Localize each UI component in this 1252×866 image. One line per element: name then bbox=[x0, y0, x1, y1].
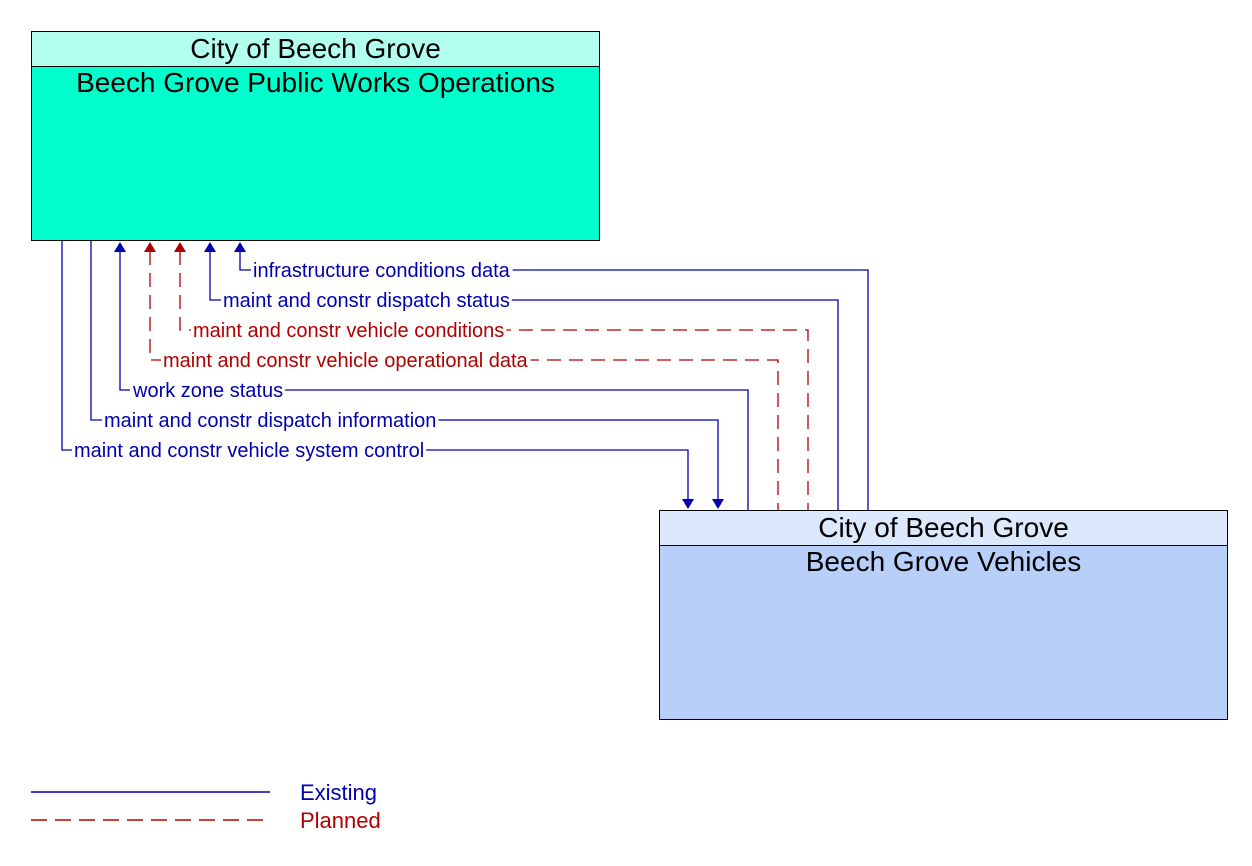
flow-label: maint and constr dispatch information bbox=[104, 410, 436, 432]
arrow-up-icon bbox=[114, 242, 126, 252]
flow-1[interactable]: maint and constr dispatch status bbox=[204, 242, 839, 510]
flow-4[interactable]: work zone status bbox=[114, 242, 749, 510]
flow-2[interactable]: maint and constr vehicle conditions bbox=[174, 242, 809, 510]
flow-label: work zone status bbox=[132, 380, 283, 402]
arrow-up-icon bbox=[204, 242, 216, 252]
flow-label: maint and constr vehicle conditions bbox=[193, 320, 504, 342]
flow-label: maint and constr dispatch status bbox=[223, 290, 510, 312]
flow-label: maint and constr vehicle operational dat… bbox=[163, 350, 529, 372]
arrow-down-icon bbox=[682, 499, 694, 509]
flow-0[interactable]: infrastructure conditions data bbox=[234, 242, 869, 510]
legend: Existing Planned bbox=[31, 780, 381, 833]
arrow-up-icon bbox=[234, 242, 246, 252]
arrow-up-icon bbox=[144, 242, 156, 252]
legend-existing-label: Existing bbox=[300, 780, 377, 805]
flow-3[interactable]: maint and constr vehicle operational dat… bbox=[144, 242, 779, 510]
arrow-down-icon bbox=[712, 499, 724, 509]
legend-planned-label: Planned bbox=[300, 808, 381, 833]
flow-label: infrastructure conditions data bbox=[253, 260, 511, 282]
arrow-up-icon bbox=[174, 242, 186, 252]
flow-diagram: infrastructure conditions data maint and … bbox=[31, 241, 869, 833]
flow-label: maint and constr vehicle system control bbox=[74, 440, 424, 462]
